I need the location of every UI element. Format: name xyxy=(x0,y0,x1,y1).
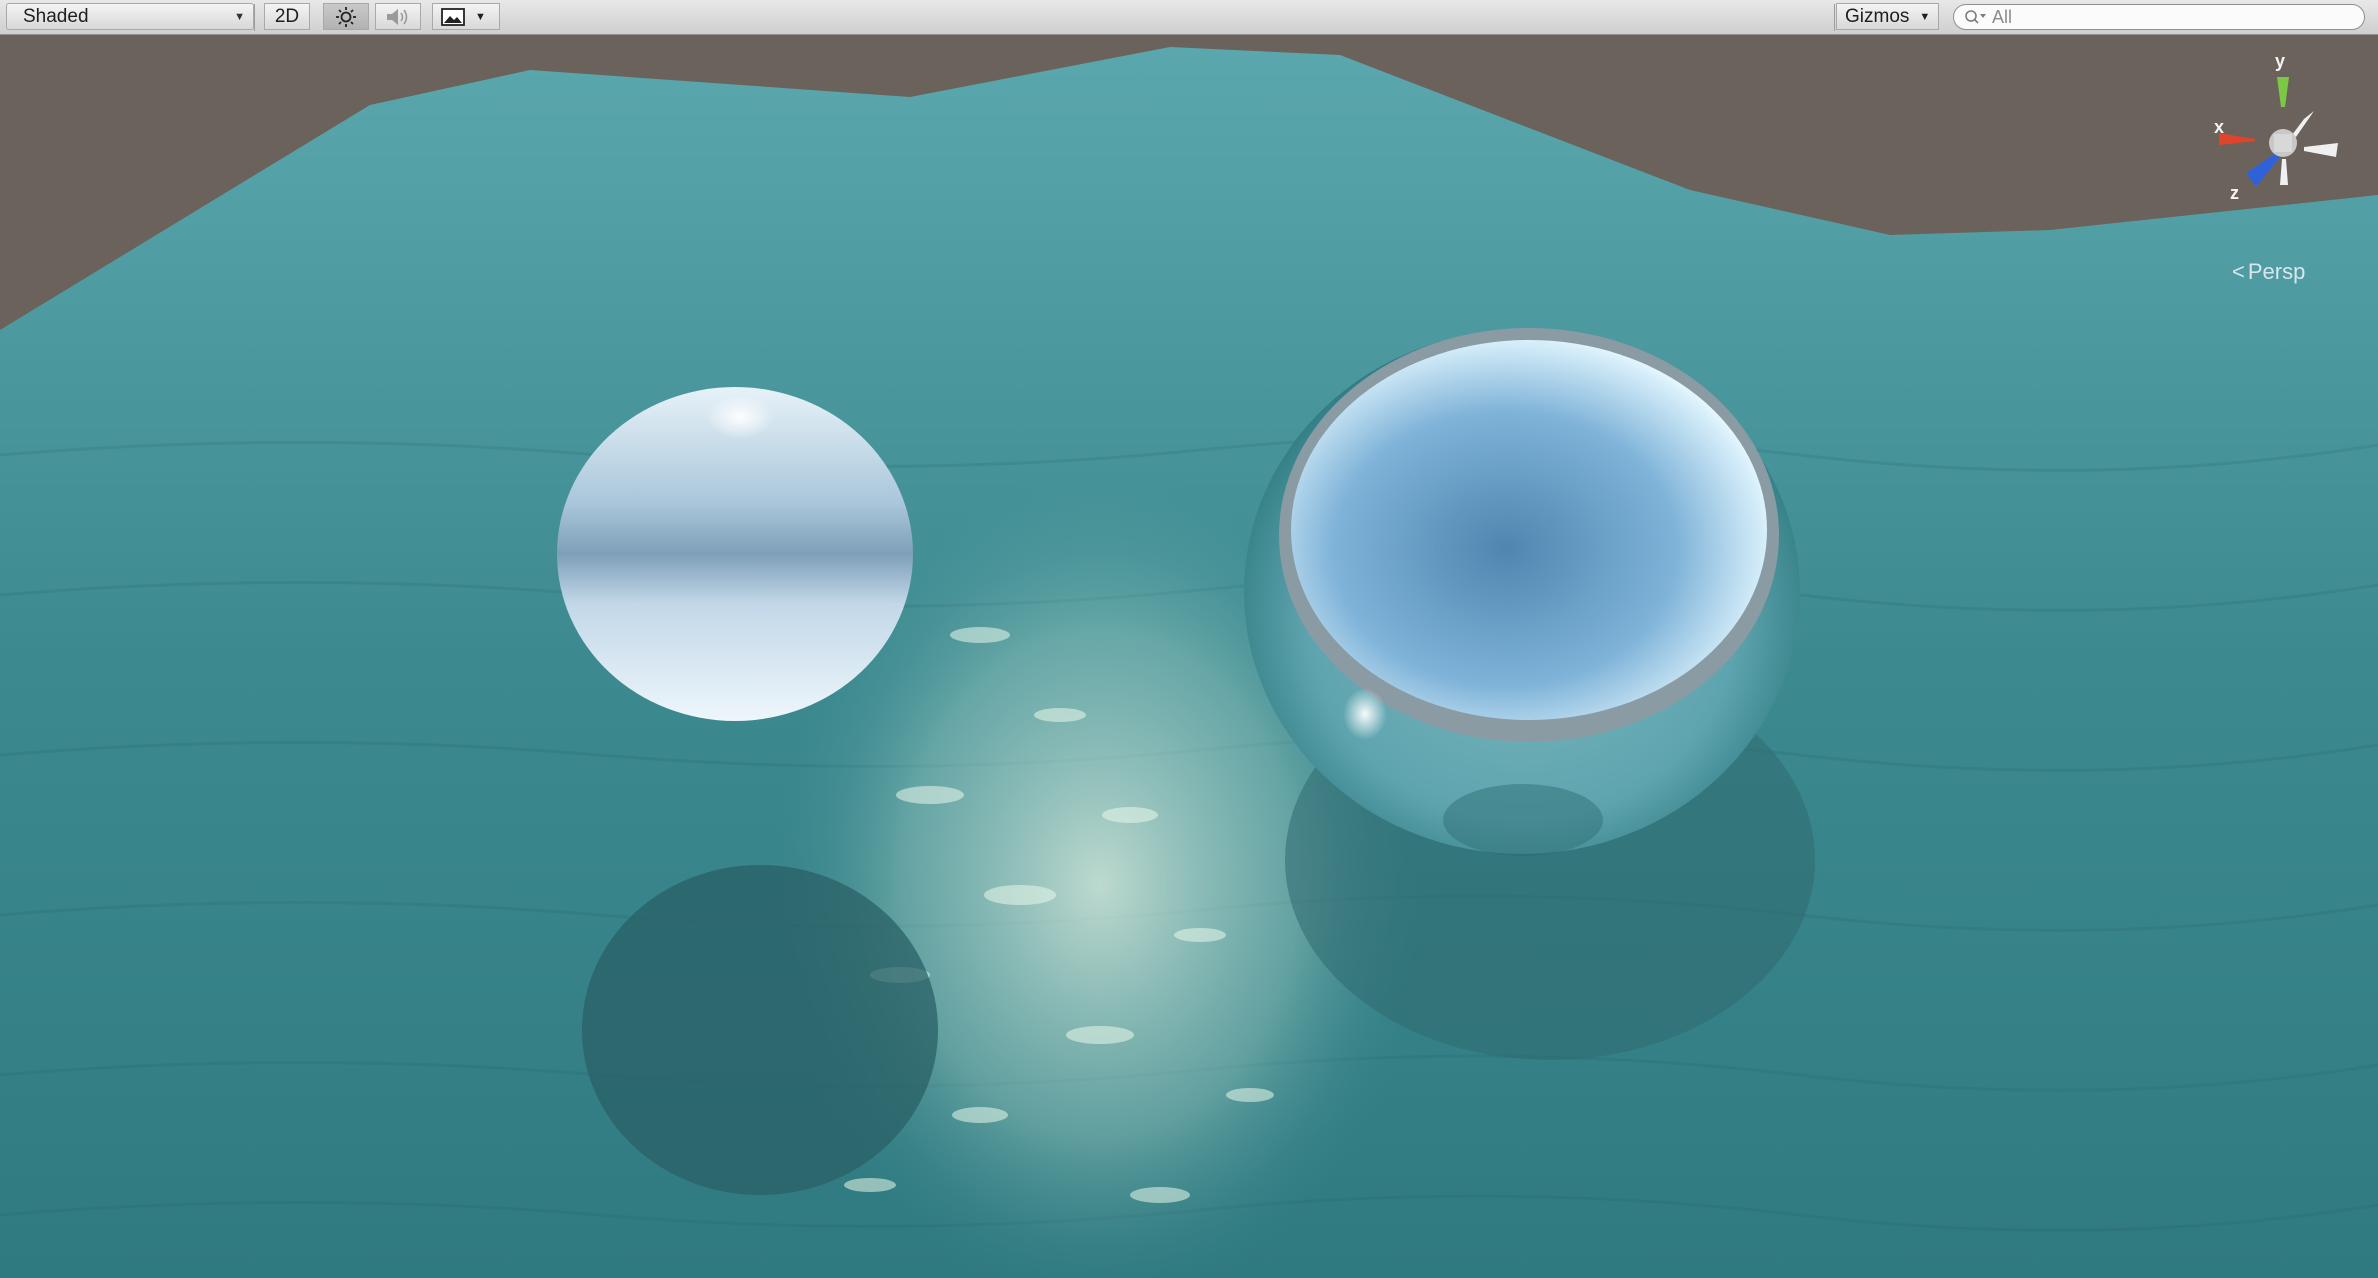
projection-toggle[interactable]: < Persp xyxy=(2232,259,2305,285)
scene-render xyxy=(0,35,2378,1278)
hierarchy-search-input[interactable]: All xyxy=(1953,4,2365,30)
chevron-down-icon: ▼ xyxy=(234,11,245,23)
axis-x-label: x xyxy=(2214,117,2225,137)
gizmos-dropdown[interactable]: Gizmos ▼ xyxy=(1836,3,1939,30)
axis-z-label: z xyxy=(2230,183,2239,203)
scene-effects-button[interactable]: ▼ xyxy=(432,3,500,30)
search-icon xyxy=(1965,10,1986,24)
2d-toggle-label: 2D xyxy=(274,5,300,27)
scene-lighting-button[interactable] xyxy=(323,3,369,30)
scene-toolbar: Shaded ▼ 2D ▼ Gizmos ▼ All xyxy=(0,0,2378,35)
chevron-left-icon: < xyxy=(2232,259,2245,284)
sun-icon xyxy=(336,6,356,27)
projection-label: Persp xyxy=(2247,259,2306,284)
chevron-down-icon: ▼ xyxy=(475,10,486,23)
2d-toggle-button[interactable]: 2D xyxy=(264,3,310,30)
axis-y-label: y xyxy=(2275,51,2286,71)
sphere-shadow-left xyxy=(582,865,938,1195)
search-placeholder: All xyxy=(1992,6,2013,27)
chevron-down-icon: ▼ xyxy=(1919,10,1931,23)
scene-orientation-gizmo[interactable]: y x z xyxy=(2200,51,2360,220)
shading-mode-label: Shaded xyxy=(23,5,89,27)
image-icon xyxy=(441,7,465,26)
scene-audio-button[interactable] xyxy=(375,3,421,30)
shading-mode-dropdown[interactable]: Shaded ▼ xyxy=(6,3,254,30)
gizmos-label: Gizmos xyxy=(1845,5,1910,27)
speaker-icon xyxy=(387,8,408,25)
scene-viewport[interactable]: y x z < Persp xyxy=(0,35,2378,1278)
